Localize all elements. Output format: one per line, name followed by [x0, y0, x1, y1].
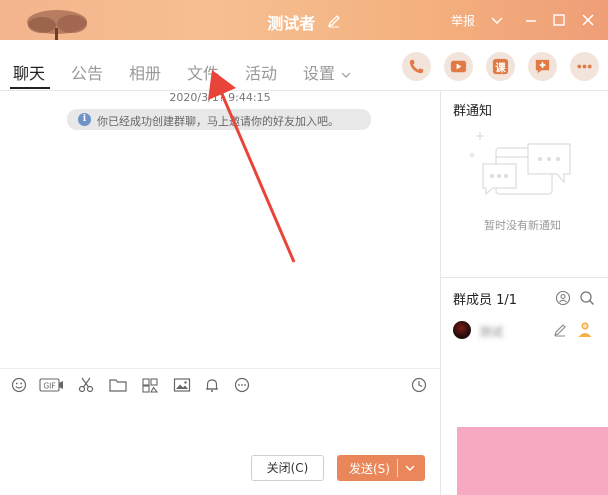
tab-activities[interactable]: 活动: [245, 60, 277, 84]
gif-label: GIF: [43, 382, 55, 391]
tab-chat[interactable]: 聊天: [13, 60, 45, 84]
tab-files[interactable]: 文件: [187, 60, 219, 84]
window-title: 测试者: [267, 14, 316, 33]
window-title-group: 测试者: [0, 10, 608, 34]
group-owner-icon: [578, 322, 592, 337]
system-notice-text: 你已经成功创建群聊，马上邀请你的好友加入吧。: [97, 115, 339, 128]
add-app-icon: [535, 59, 550, 74]
active-tab-indicator: [10, 87, 50, 89]
send-button-label: 发送(S): [349, 462, 390, 476]
add-member-icon[interactable]: [555, 290, 571, 306]
tab-settings[interactable]: 设置: [303, 60, 351, 84]
input-toolbar: GIF: [0, 368, 440, 400]
video-icon: [450, 60, 467, 73]
send-options-chevron-icon[interactable]: [404, 462, 416, 474]
message-timestamp: 2020/3/1? 9:44:15: [169, 91, 271, 104]
voice-call-button[interactable]: [402, 52, 431, 81]
bell-icon[interactable]: [203, 377, 221, 393]
image-icon[interactable]: [173, 377, 191, 393]
gif-icon: GIF: [39, 378, 63, 392]
gif-button[interactable]: GIF: [39, 377, 65, 393]
maximize-icon[interactable]: [551, 12, 567, 28]
chevron-down-icon[interactable]: [489, 12, 505, 28]
nav-tabs: 聊天 公告 相册 文件 活动 设置 课: [0, 40, 608, 91]
info-icon: i: [78, 113, 91, 126]
tab-announcement[interactable]: 公告: [71, 60, 103, 84]
close-button[interactable]: 关闭(C): [251, 455, 324, 481]
more-tools-icon[interactable]: [233, 377, 251, 393]
empty-notice-text: 暂时没有新通知: [484, 219, 561, 232]
emoji-icon[interactable]: [10, 377, 28, 393]
edit-title-icon[interactable]: [327, 13, 341, 32]
empty-notice-illustration: [469, 132, 571, 196]
report-link[interactable]: 举报: [451, 12, 475, 29]
folder-icon[interactable]: [109, 377, 127, 393]
message-input[interactable]: 关闭(C) 发送(S): [0, 400, 440, 495]
system-notice: i 你已经成功创建群聊，马上邀请你的好友加入吧。: [67, 109, 371, 130]
class-button[interactable]: 课: [486, 52, 515, 81]
screenshot-icon[interactable]: [77, 377, 95, 393]
send-button-divider: [397, 459, 398, 477]
minimize-icon[interactable]: [523, 12, 539, 28]
section-divider: [441, 277, 608, 278]
add-app-button[interactable]: [528, 52, 557, 81]
video-call-button[interactable]: [444, 52, 473, 81]
tab-album[interactable]: 相册: [129, 60, 161, 84]
svg-text:课: 课: [495, 61, 506, 74]
send-button[interactable]: 发送(S): [337, 455, 425, 481]
member-name: 测试: [479, 325, 504, 339]
chevron-down-icon: [341, 72, 351, 78]
class-icon: 课: [492, 58, 509, 75]
chat-message-area[interactable]: 2020/3/1? 9:44:15 i 你已经成功创建群聊，马上邀请你的好友加入…: [0, 91, 440, 368]
more-actions-button[interactable]: [570, 52, 599, 81]
tab-settings-label: 设置: [303, 64, 336, 83]
close-icon[interactable]: [580, 12, 596, 28]
edit-member-icon[interactable]: [553, 323, 567, 337]
clock-icon[interactable]: [410, 377, 428, 393]
more-icon: [577, 64, 592, 69]
avatar: [453, 321, 471, 339]
group-members-title: 群成员 1/1: [453, 293, 518, 308]
overlay-block: [457, 427, 608, 495]
search-icon[interactable]: [579, 290, 595, 306]
image-library-icon[interactable]: [141, 377, 159, 393]
member-list-item[interactable]: 测试: [441, 319, 608, 343]
phone-icon: [409, 59, 424, 74]
title-bar: 测试者 举报: [0, 0, 608, 40]
group-notice-title: 群通知: [453, 104, 493, 119]
